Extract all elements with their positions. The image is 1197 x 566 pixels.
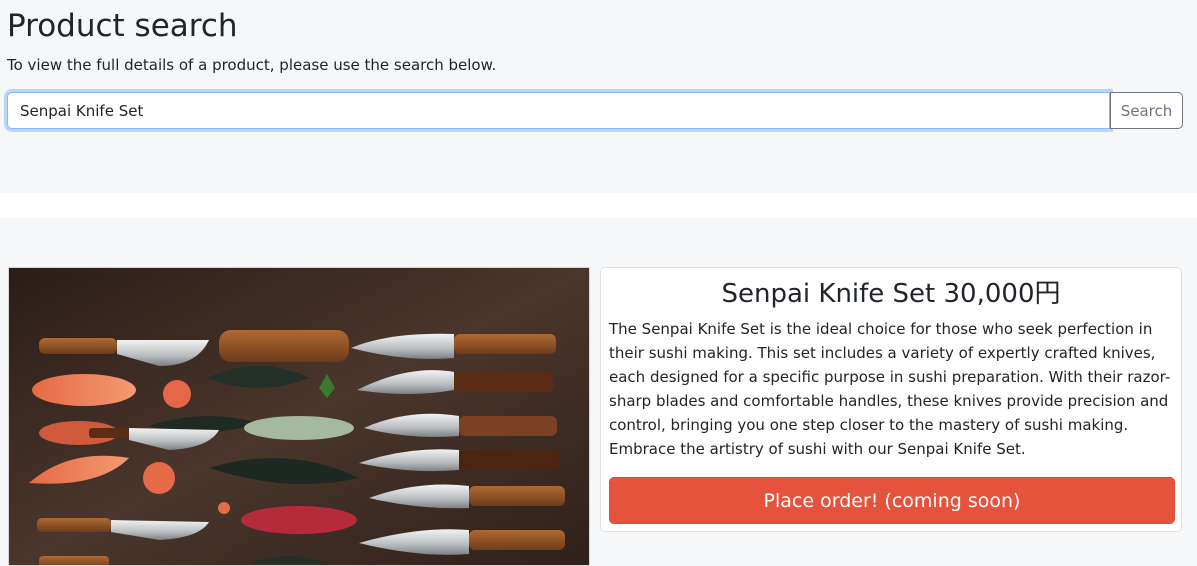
search-button[interactable]: Search: [1110, 92, 1183, 129]
search-input[interactable]: [7, 92, 1110, 129]
knife-set-photo: [9, 268, 589, 565]
product-card: Senpai Knife Set 30,000円 The Senpai Knif…: [600, 267, 1182, 532]
product-description: The Senpai Knife Set is the ideal choice…: [609, 320, 1171, 458]
product-heading: Senpai Knife Set 30,000円: [721, 279, 1061, 309]
search-jumbotron: Product search To view the full details …: [0, 0, 1197, 193]
search-instructions: To view the full details of a product, p…: [7, 56, 497, 74]
place-order-button[interactable]: Place order! (coming soon): [609, 477, 1175, 524]
product-image: [8, 267, 590, 566]
page-title: Product search: [7, 8, 238, 44]
